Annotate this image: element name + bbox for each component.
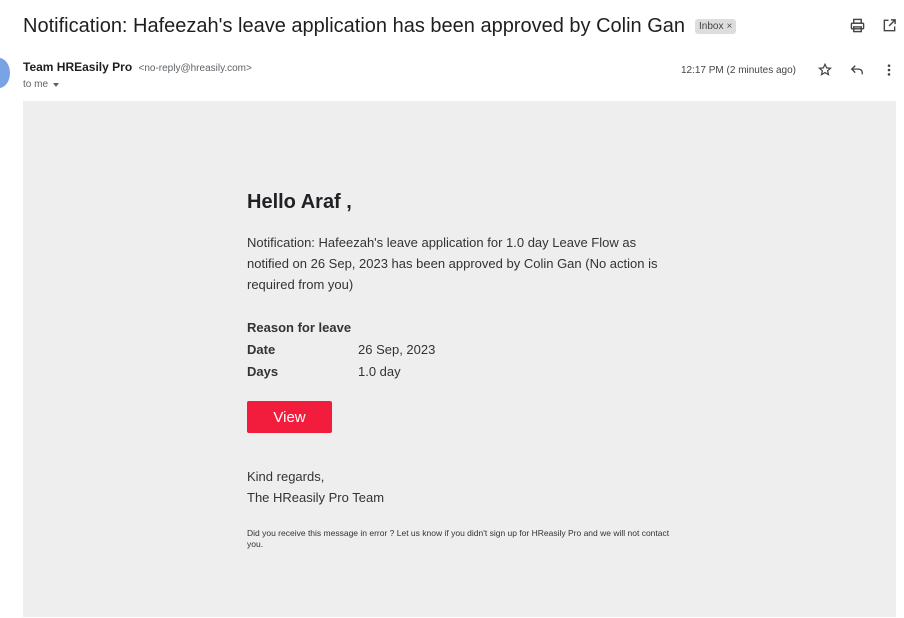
- remove-label-button[interactable]: ×: [726, 21, 732, 32]
- sender-info: Team HREasily Pro <no-reply@hreasily.com…: [23, 60, 252, 74]
- more-vert-icon[interactable]: [880, 61, 898, 79]
- recipient-toggle[interactable]: to me: [23, 79, 60, 90]
- sender-avatar: [0, 58, 10, 88]
- top-actions: [848, 16, 898, 34]
- recipient-label: to me: [23, 79, 49, 90]
- email-body: Hello Araf , Notification: Hafeezah's le…: [23, 101, 896, 617]
- sign-off: Kind regards, The HReasily Pro Team: [247, 466, 677, 508]
- inbox-label: Inbox: [699, 20, 724, 32]
- leave-details: Reason for leave Date 26 Sep, 2023 Days …: [247, 316, 677, 382]
- message-meta: 12:17 PM (2 minutes ago): [681, 61, 898, 79]
- greeting: Hello Araf ,: [247, 191, 352, 213]
- footer-note: Did you receive this message in error ? …: [247, 528, 670, 549]
- print-icon[interactable]: [848, 16, 866, 34]
- days-label: Days: [247, 363, 279, 379]
- star-icon[interactable]: [816, 61, 834, 79]
- sender-name[interactable]: Team HREasily Pro: [23, 60, 132, 74]
- email-subject-row: Notification: Hafeezah's leave applicati…: [23, 11, 904, 41]
- chevron-down-icon: [53, 82, 60, 87]
- email-subject: Notification: Hafeezah's leave applicati…: [23, 14, 686, 37]
- regards-line: Kind regards,: [247, 469, 325, 484]
- reason-row: Reason for leave: [247, 316, 677, 338]
- reason-label: Reason for leave: [247, 319, 352, 335]
- detail-row-date: Date 26 Sep, 2023: [247, 338, 677, 360]
- date-label: Date: [247, 341, 276, 357]
- timestamp: 12:17 PM (2 minutes ago): [680, 64, 796, 76]
- open-new-window-icon[interactable]: [880, 16, 898, 34]
- detail-row-days: Days 1.0 day: [247, 360, 677, 382]
- email-content: Hello Araf , Notification: Hafeezah's le…: [247, 191, 677, 550]
- date-value: 26 Sep, 2023: [358, 341, 436, 357]
- view-button[interactable]: View: [247, 401, 332, 433]
- team-signature: The HReasily Pro Team: [247, 490, 385, 505]
- reply-icon[interactable]: [848, 61, 866, 79]
- inbox-label-chip[interactable]: Inbox ×: [695, 18, 737, 34]
- notification-text: Notification: Hafeezah's leave applicati…: [247, 235, 658, 292]
- days-value: 1.0 day: [358, 363, 401, 379]
- sender-email: <no-reply@hreasily.com>: [138, 63, 252, 74]
